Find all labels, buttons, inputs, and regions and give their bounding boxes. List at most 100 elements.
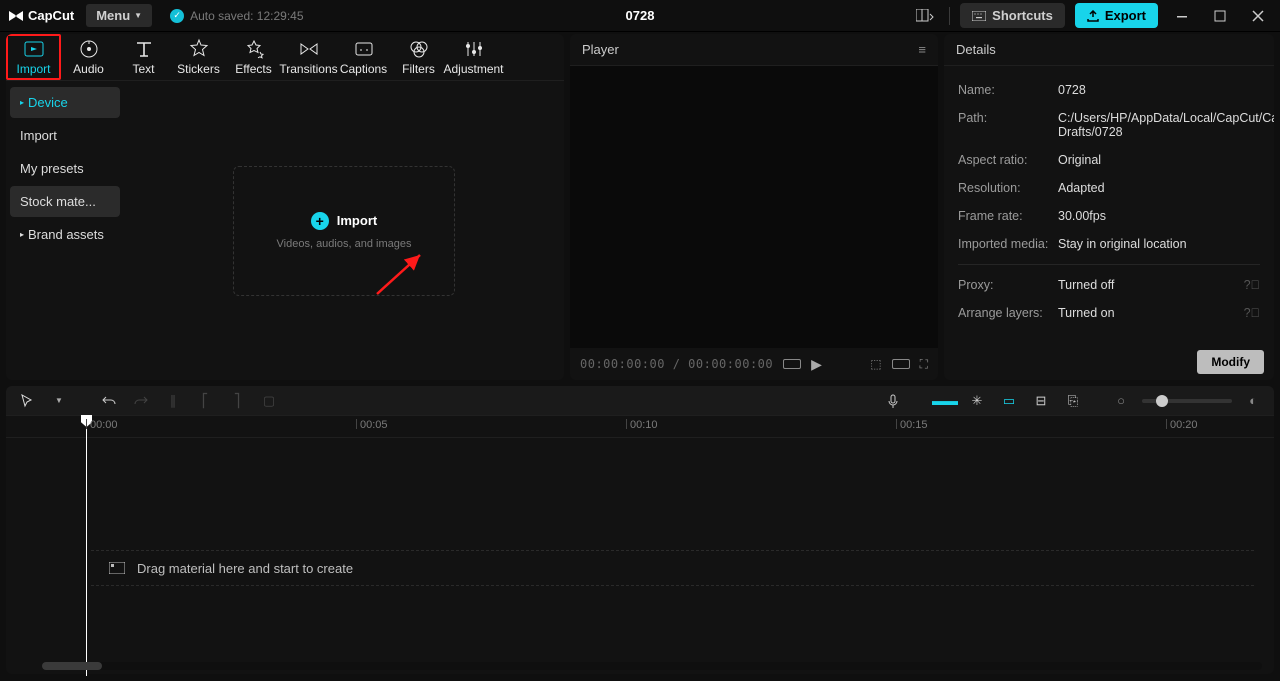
trim-right-tool: ⎤: [226, 390, 248, 412]
redo-button: [130, 390, 152, 412]
media-icon: [109, 562, 125, 574]
details-row: Frame rate:30.00fps: [958, 202, 1260, 230]
ruler-tick: 00:15: [896, 419, 928, 429]
help-icon[interactable]: ?⃝: [1244, 306, 1260, 320]
menu-label: Menu: [96, 8, 130, 23]
subnav-item[interactable]: ▸Device: [10, 87, 120, 118]
timeline-hint: Drag material here and start to create: [91, 550, 1254, 586]
tab-audio[interactable]: Audio: [61, 34, 116, 80]
ratio-button[interactable]: [892, 359, 910, 369]
project-title: 0728: [626, 8, 655, 23]
player-timecode: 00:00:00:00 / 00:00:00:00: [580, 357, 773, 371]
tab-label: Captions: [340, 62, 387, 76]
subnav-item[interactable]: My presets: [10, 153, 120, 184]
details-separator: [958, 264, 1260, 265]
zoom-out-button[interactable]: ○: [1110, 390, 1132, 412]
subnav-label: Import: [20, 128, 57, 143]
mic-record-button[interactable]: [882, 390, 904, 412]
undo-button[interactable]: [98, 390, 120, 412]
details-row: Resolution:Adapted: [958, 174, 1260, 202]
zoom-fit-button[interactable]: ◐: [1242, 390, 1264, 412]
close-button[interactable]: [1244, 2, 1272, 30]
pointer-dropdown[interactable]: ▼: [48, 390, 70, 412]
import-dropzone[interactable]: + Import Videos, audios, and images: [233, 166, 455, 296]
scrollbar-thumb[interactable]: [42, 662, 102, 670]
main-row: Import Audio Text Stickers Effects Transition…: [0, 32, 1280, 380]
subnav-item[interactable]: Stock mate...: [10, 186, 120, 217]
crop-icon[interactable]: ⬚: [870, 357, 881, 371]
help-icon[interactable]: ?⃝: [1244, 278, 1260, 292]
tab-captions[interactable]: Captions: [336, 34, 391, 80]
drop-row: + Import: [311, 212, 377, 230]
menu-button[interactable]: Menu ▼: [86, 4, 152, 27]
details-header: Details: [944, 34, 1274, 66]
side-subnav: ▸Device Import My presets Stock mate... ▸Bra…: [6, 81, 124, 380]
magnet-tool[interactable]: ▬▬: [934, 390, 956, 412]
timeline-ruler[interactable]: 00:0000:0500:1000:1500:20: [6, 416, 1274, 438]
tab-text[interactable]: Text: [116, 34, 171, 80]
detail-value: Original: [1058, 153, 1260, 167]
caret-icon: ▸: [20, 230, 24, 239]
tab-filters[interactable]: Filters: [391, 34, 446, 80]
subnav-item[interactable]: ▸Brand assets: [10, 219, 120, 250]
tab-label: Audio: [73, 62, 104, 76]
detail-key: Name:: [958, 83, 1058, 97]
import-subtitle: Videos, audios, and images: [277, 238, 412, 250]
details-panel: Details Name:0728Path:C:/Users/HP/AppDat…: [944, 34, 1274, 380]
keyboard-icon: [972, 11, 986, 21]
shortcuts-button[interactable]: Shortcuts: [960, 3, 1065, 28]
zoom-slider[interactable]: [1142, 399, 1232, 403]
layout-button[interactable]: [911, 2, 939, 30]
timeline-scrollbar[interactable]: [42, 662, 1262, 670]
shortcuts-label: Shortcuts: [992, 8, 1053, 23]
preview-tool[interactable]: ▭: [998, 390, 1020, 412]
ruler-tick: 00:05: [356, 419, 388, 429]
tab-stickers[interactable]: Stickers: [171, 34, 226, 80]
tab-adjustment[interactable]: Adjustment: [446, 34, 501, 80]
ruler-tick: 00:00: [86, 419, 118, 429]
export-button[interactable]: Export: [1075, 3, 1158, 28]
maximize-icon: [1214, 10, 1226, 22]
detail-key: Imported media:: [958, 237, 1058, 251]
app-logo: CapCut: [8, 8, 74, 24]
timeline-body[interactable]: Drag material here and start to create: [6, 438, 1274, 674]
detail-key: Arrange layers:: [958, 306, 1058, 320]
marker-tool[interactable]: ⎘: [1062, 390, 1084, 412]
details-title: Details: [956, 42, 996, 57]
media-body: ▸Device Import My presets Stock mate... ▸Bra…: [6, 80, 564, 380]
detail-key: Proxy:: [958, 278, 1058, 292]
modify-button[interactable]: Modify: [1197, 350, 1264, 374]
export-icon: [1087, 10, 1099, 22]
effects-icon: [243, 38, 265, 60]
titlebar-right: Shortcuts Export: [911, 2, 1272, 30]
timeline-panel: ▼ ∥ ⎡ ⎤ ▢ ▬▬ ✳ ▭ ⊟ ⎘ ○ ◐ 00:0000:0500:10…: [6, 386, 1274, 674]
subnav-item[interactable]: Import: [10, 120, 120, 151]
player-menu-icon[interactable]: ≡: [918, 42, 926, 57]
player-controls: 00:00:00:00 / 00:00:00:00 ▶ ⬚ ⛶: [570, 348, 938, 380]
export-label: Export: [1105, 8, 1146, 23]
trim-left-tool: ⎡: [194, 390, 216, 412]
aspect-display: [783, 359, 801, 369]
pointer-tool[interactable]: [16, 390, 38, 412]
minimize-button[interactable]: [1168, 2, 1196, 30]
tab-import[interactable]: Import: [6, 34, 61, 80]
tab-label: Adjustment: [443, 62, 503, 76]
tab-transitions[interactable]: Transitions: [281, 34, 336, 80]
link-tool[interactable]: ✳: [966, 390, 988, 412]
player-title: Player: [582, 42, 619, 57]
maximize-button[interactable]: [1206, 2, 1234, 30]
layout-icon: [916, 9, 934, 23]
detail-key: Aspect ratio:: [958, 153, 1058, 167]
captions-icon: [353, 38, 375, 60]
split-tool: ∥: [162, 390, 184, 412]
details-body: Name:0728Path:C:/Users/HP/AppData/Local/…: [944, 66, 1274, 380]
tab-label: Effects: [235, 62, 271, 76]
subnav-label: Stock mate...: [20, 194, 96, 209]
details-row: Proxy:Turned off?⃝: [958, 271, 1260, 299]
top-tabs: Import Audio Text Stickers Effects Transition…: [6, 34, 564, 80]
align-tool[interactable]: ⊟: [1030, 390, 1052, 412]
tab-effects[interactable]: Effects: [226, 34, 281, 80]
fullscreen-icon[interactable]: ⛶: [920, 357, 928, 372]
tab-label: Stickers: [177, 62, 220, 76]
play-button[interactable]: ▶: [811, 356, 822, 373]
